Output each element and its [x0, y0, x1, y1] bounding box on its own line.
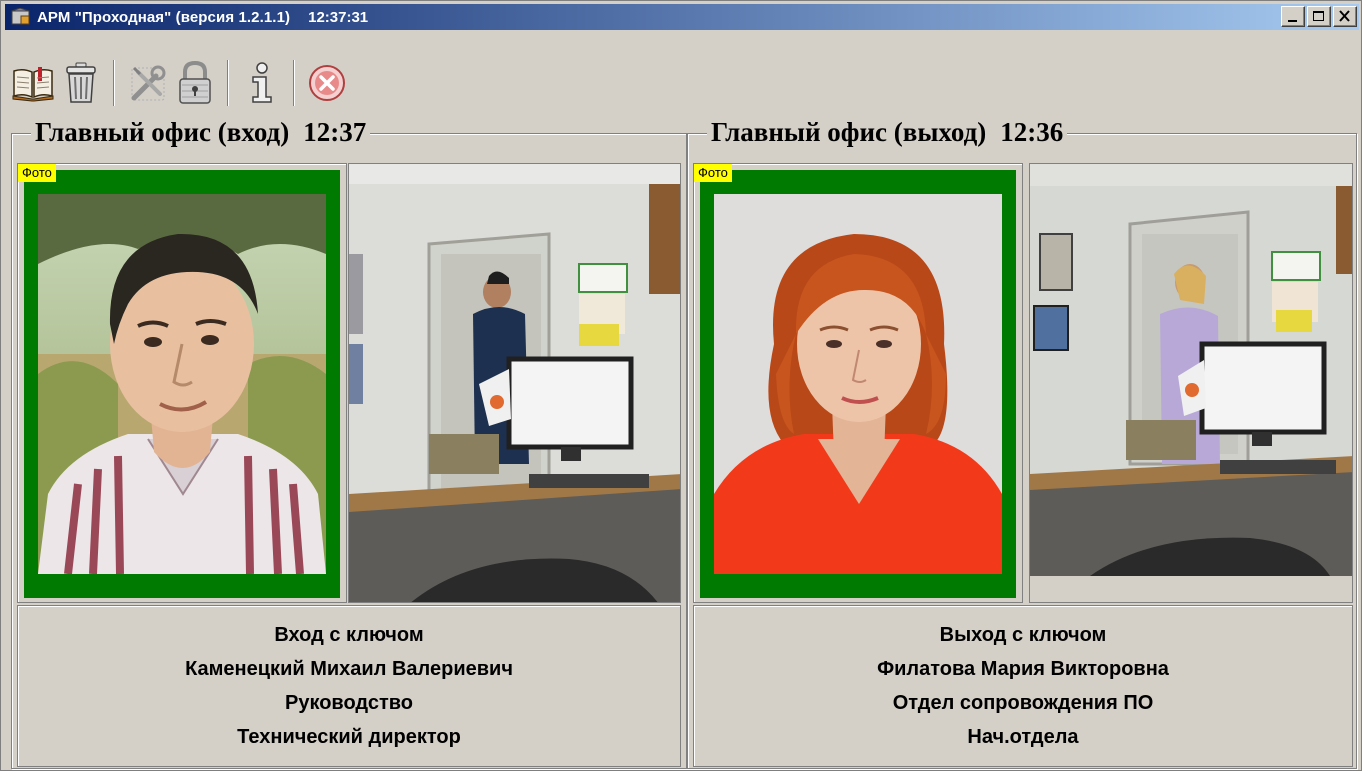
info-icon	[252, 62, 272, 103]
checkpoint-name: Главный офис (выход)	[711, 117, 987, 147]
photo-label: Фото	[694, 164, 732, 182]
trash-bin-icon	[66, 62, 96, 103]
toolbar-separator	[293, 60, 295, 106]
minimize-button[interactable]	[1281, 6, 1305, 27]
minimize-icon	[1288, 20, 1297, 22]
exit-cancel-icon	[309, 65, 345, 101]
employee-position: Нач.отдела	[967, 726, 1079, 748]
employee-position: Технический директор	[237, 726, 461, 748]
toolbar-separator	[113, 60, 115, 106]
checkpoint-name: Главный офис (вход)	[35, 117, 290, 147]
journal-book-icon	[12, 67, 54, 102]
employee-department: Руководство	[284, 692, 413, 714]
exit-button[interactable]	[303, 57, 351, 109]
camera-snapshot	[1029, 163, 1353, 603]
employee-name: Каменецкий Михаил Валериевич	[185, 658, 513, 680]
close-icon	[1339, 10, 1350, 22]
settings-tools-icon	[131, 65, 166, 101]
employee-photo-box: Фото	[693, 163, 1023, 603]
app-icon	[11, 7, 31, 26]
app-window: АРМ "Проходная" (версия 1.2.1.1) 12:37:3…	[0, 0, 1362, 771]
employee-photo	[38, 194, 326, 574]
padlock-icon	[179, 60, 211, 104]
checkpoint-panel-entry: Главный офис (вход) 12:37 Фото Вход с кл…	[11, 117, 687, 769]
window-title: АРМ "Проходная" (версия 1.2.1.1)	[37, 8, 291, 26]
employee-name: Филатова Мария Викторовна	[877, 658, 1169, 680]
event-type: Вход с ключом	[274, 624, 424, 646]
toolbar-separator	[227, 60, 229, 106]
maximize-button[interactable]	[1307, 6, 1331, 27]
settings-button[interactable]	[123, 57, 171, 109]
camera-snapshot	[348, 163, 681, 603]
event-type: Выход с ключом	[939, 624, 1107, 646]
panel-caption: Главный офис (вход) 12:37	[31, 117, 371, 148]
event-info: Вход с ключом Каменецкий Михаил Валериев…	[17, 605, 681, 767]
checkpoint-panel-exit: Главный офис (выход) 12:36 Фото Выход с …	[687, 117, 1357, 769]
event-info: Выход с ключом Филатова Мария Викторовна…	[693, 605, 1353, 767]
photo-frame	[700, 170, 1016, 598]
photo-frame	[24, 170, 340, 598]
lock-button[interactable]	[171, 57, 219, 109]
panel-caption: Главный офис (выход) 12:36	[707, 117, 1068, 148]
toolbar	[9, 53, 351, 113]
window-controls	[1281, 6, 1357, 27]
employee-photo	[714, 194, 1002, 574]
about-button[interactable]	[237, 57, 285, 109]
photo-label: Фото	[18, 164, 56, 182]
event-time: 12:37	[303, 117, 367, 147]
event-time: 12:36	[1000, 117, 1064, 147]
close-button[interactable]	[1333, 6, 1357, 27]
delete-button[interactable]	[57, 57, 105, 109]
employee-photo-box: Фото	[17, 163, 347, 603]
maximize-icon	[1313, 11, 1324, 21]
journal-button[interactable]	[9, 57, 57, 109]
window-clock: 12:37:31	[308, 8, 369, 26]
employee-department: Отдел сопровождения ПО	[892, 692, 1154, 714]
title-bar[interactable]: АРМ "Проходная" (версия 1.2.1.1) 12:37:3…	[5, 4, 1359, 30]
